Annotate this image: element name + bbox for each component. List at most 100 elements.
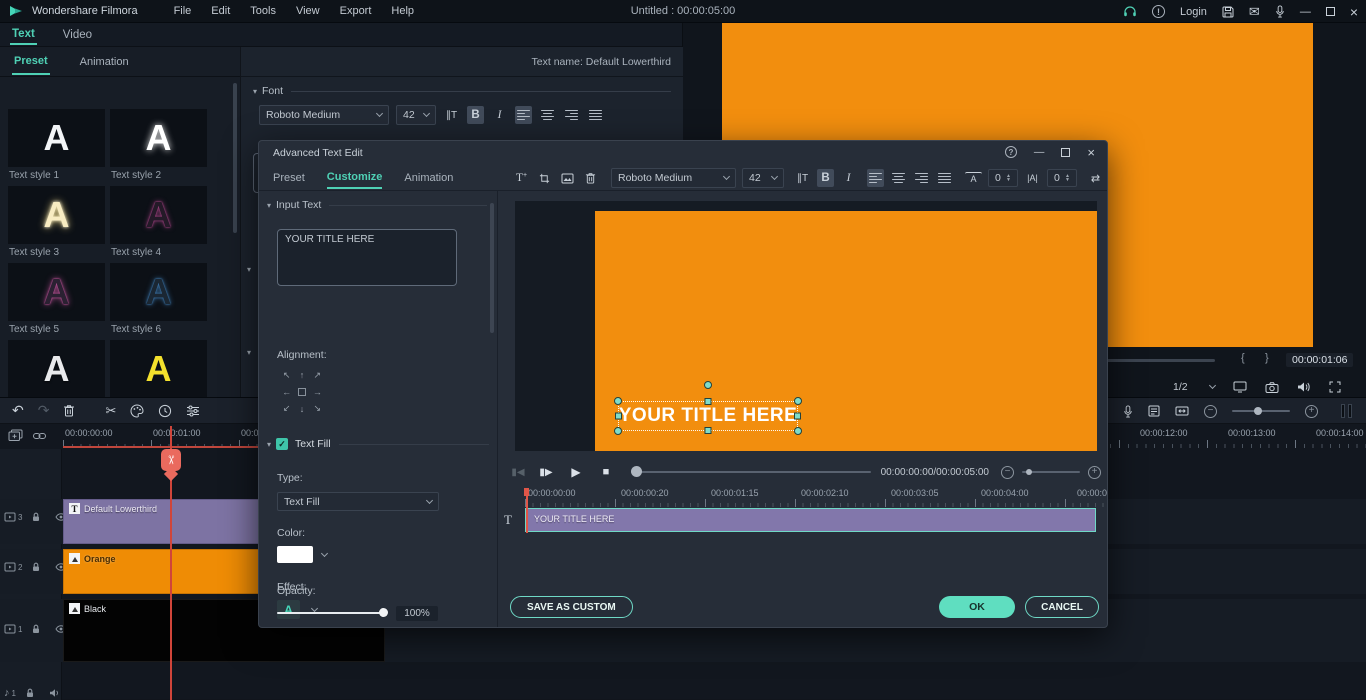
dialog-scrub-handle[interactable] xyxy=(631,466,642,477)
align-center-box-icon[interactable] xyxy=(294,387,309,396)
save-project-icon[interactable] xyxy=(1222,6,1234,18)
align-center-button[interactable] xyxy=(539,106,556,124)
text-style-card[interactable]: A xyxy=(8,186,105,244)
align-bottom-icon[interactable]: ↓ xyxy=(294,404,309,414)
align-right-button[interactable] xyxy=(563,106,580,124)
opacity-slider-handle[interactable] xyxy=(379,608,388,617)
text-style-card[interactable]: A xyxy=(110,109,207,167)
stop-button[interactable]: ■ xyxy=(595,466,617,478)
vertical-text-icon[interactable]: ∥T xyxy=(794,169,811,187)
canvas-text[interactable]: YOUR TITLE HERE xyxy=(619,402,797,430)
selection-handle[interactable] xyxy=(614,397,622,405)
lock-track-icon[interactable] xyxy=(31,624,41,634)
font-section-arrow-icon[interactable]: ▾ xyxy=(253,87,257,96)
align-justify-button[interactable] xyxy=(936,169,953,187)
tab-video[interactable]: Video xyxy=(61,26,94,44)
line-spacing-spinner[interactable]: 0 ▲ ▼ xyxy=(988,169,1018,187)
align-left-button[interactable] xyxy=(867,169,884,187)
play-button[interactable]: ▶ xyxy=(565,465,587,479)
text-style-card[interactable]: A xyxy=(8,340,105,397)
text-style-card[interactable]: A xyxy=(8,263,105,321)
effect-dropdown[interactable] xyxy=(307,600,321,619)
tab-text[interactable]: Text xyxy=(10,25,37,45)
dialog-zoom-in-icon[interactable]: + xyxy=(1088,465,1101,479)
selection-handle[interactable] xyxy=(794,397,802,405)
input-text-field[interactable]: YOUR TITLE HERE xyxy=(277,229,457,286)
display-device-icon[interactable] xyxy=(1233,381,1247,393)
menu-help[interactable]: Help xyxy=(391,5,414,17)
dialog-text-track-clip[interactable]: YOUR TITLE HERE xyxy=(525,508,1096,532)
dialog-minimize-button[interactable]: — xyxy=(1034,146,1045,158)
selection-handle[interactable] xyxy=(704,398,712,405)
bold-button[interactable]: B xyxy=(467,106,484,124)
rotation-handle[interactable] xyxy=(704,381,712,389)
text-fill-checkbox[interactable]: ✓ xyxy=(276,438,289,450)
dialog-save-as-custom-button[interactable]: SAVE AS CUSTOM xyxy=(510,596,633,618)
align-justify-button[interactable] xyxy=(587,106,604,124)
lock-track-icon[interactable] xyxy=(25,688,35,698)
dialog-playhead-line[interactable] xyxy=(526,488,528,533)
letter-spacing-icon[interactable]: |A| xyxy=(1024,169,1041,187)
collapsed-section-arrow-icon[interactable]: ▾ xyxy=(247,265,251,274)
mute-speaker-icon[interactable] xyxy=(49,688,61,698)
tab-preset[interactable]: Preset xyxy=(12,49,50,75)
align-top-right-icon[interactable]: ↗ xyxy=(310,370,325,381)
dialog-font-size-select[interactable]: 42 xyxy=(742,168,784,188)
playhead-head[interactable]: ✂ xyxy=(161,449,181,471)
menu-view[interactable]: View xyxy=(296,5,320,17)
dialog-left-scrollbar[interactable] xyxy=(490,203,494,333)
add-textbox-icon[interactable]: T + xyxy=(513,169,530,187)
italic-button[interactable]: I xyxy=(491,106,508,124)
info-icon[interactable]: ! xyxy=(1151,5,1165,18)
text-style-card[interactable]: A xyxy=(110,340,207,397)
reset-swap-icon[interactable]: ⇄ xyxy=(1087,169,1104,187)
undo-icon[interactable]: ↶ xyxy=(12,402,24,419)
auto-ripple-icon[interactable] xyxy=(1175,406,1189,416)
align-right-icon[interactable]: → xyxy=(310,387,325,397)
crop-icon[interactable] xyxy=(536,169,553,187)
align-center-button[interactable] xyxy=(890,169,907,187)
font-family-select[interactable]: Roboto Medium xyxy=(259,105,389,125)
dialog-ok-button[interactable]: OK xyxy=(939,596,1015,618)
selection-handle[interactable] xyxy=(794,427,802,435)
dialog-bold-button[interactable]: B xyxy=(817,169,834,187)
align-left-button[interactable] xyxy=(515,106,532,124)
font-size-select[interactable]: 42 xyxy=(396,105,436,125)
timeline-zoom-out-icon[interactable]: − xyxy=(1204,404,1217,418)
selection-handle[interactable] xyxy=(794,412,801,420)
effect-button[interactable]: A xyxy=(277,600,300,619)
selection-handle[interactable] xyxy=(615,412,622,420)
next-frame-button[interactable]: ▮▶ xyxy=(535,467,557,478)
align-top-icon[interactable]: ↑ xyxy=(294,370,309,380)
dialog-scrub-slider[interactable] xyxy=(631,466,871,477)
close-button[interactable]: × xyxy=(1350,4,1358,20)
menu-export[interactable]: Export xyxy=(340,5,372,17)
snapshot-camera-icon[interactable] xyxy=(1265,381,1279,393)
dialog-tab-animation[interactable]: Animation xyxy=(404,172,453,184)
input-text-section-arrow-icon[interactable]: ▾ xyxy=(267,201,271,210)
speed-clock-icon[interactable] xyxy=(158,404,172,418)
timeline-zoom-slider[interactable] xyxy=(1232,407,1290,415)
align-top-left-icon[interactable]: ↖ xyxy=(279,370,294,381)
delete-element-icon[interactable] xyxy=(582,169,599,187)
fullscreen-icon[interactable] xyxy=(1329,381,1341,393)
redo-icon[interactable]: ↷ xyxy=(38,402,50,419)
record-voiceover-icon[interactable] xyxy=(1123,404,1133,418)
alignment-grid[interactable]: ↖ ↑ ↗ ← → ↙ ↓ ↘ xyxy=(279,367,325,417)
add-media-to-timeline-icon[interactable] xyxy=(8,429,23,442)
voiceover-mic-icon[interactable] xyxy=(1275,5,1285,18)
text-style-card[interactable]: A xyxy=(8,109,105,167)
align-bottom-right-icon[interactable]: ↘ xyxy=(310,403,325,414)
lock-track-icon[interactable] xyxy=(31,512,41,522)
mark-out-brace[interactable]: } xyxy=(1265,352,1269,364)
fill-type-select[interactable]: Text Fill xyxy=(277,492,439,511)
previous-frame-button[interactable]: ▮◀ xyxy=(507,467,529,478)
dialog-font-family-select[interactable]: Roboto Medium xyxy=(611,168,736,188)
align-left-icon[interactable]: ← xyxy=(279,387,294,397)
align-bottom-left-icon[interactable]: ↙ xyxy=(279,403,294,414)
dialog-zoom-out-icon[interactable]: − xyxy=(1001,465,1014,479)
align-right-button[interactable] xyxy=(913,169,930,187)
dialog-close-button[interactable]: × xyxy=(1087,146,1095,159)
preview-quality-select[interactable]: 1/2 xyxy=(1173,381,1216,393)
adjust-sliders-icon[interactable] xyxy=(186,405,200,417)
